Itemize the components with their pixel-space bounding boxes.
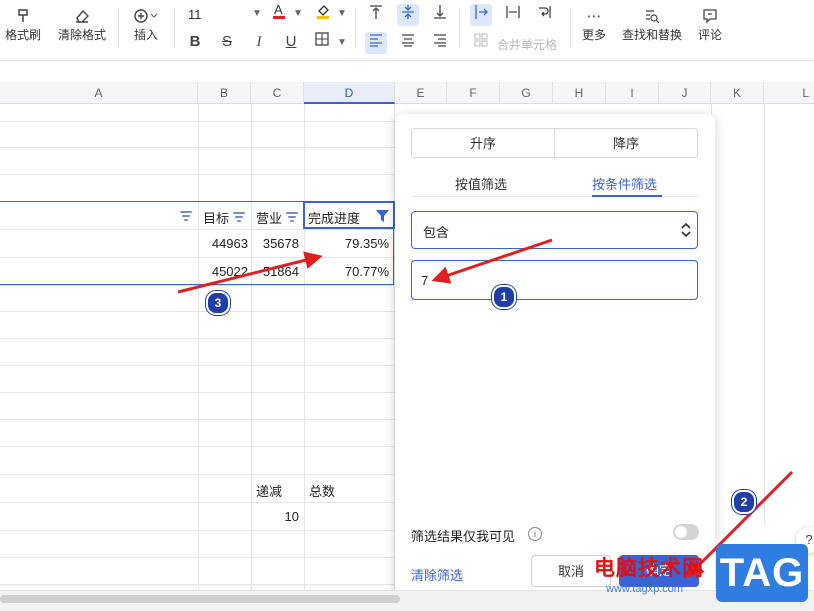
watermark-site-text: 电脑技术网 <box>594 557 704 580</box>
annotation-arrows <box>177 238 794 579</box>
watermark-logo: TAG <box>716 544 808 602</box>
annotation-arrow-1 <box>431 238 553 284</box>
annotation-badge-3: 3 <box>206 291 230 315</box>
annotation-arrow-3 <box>177 251 323 294</box>
watermark-url: www.tagxp.com <box>606 583 684 595</box>
annotation-badge-2: 2 <box>732 490 756 514</box>
annotation-badge-1: 1 <box>492 285 516 309</box>
